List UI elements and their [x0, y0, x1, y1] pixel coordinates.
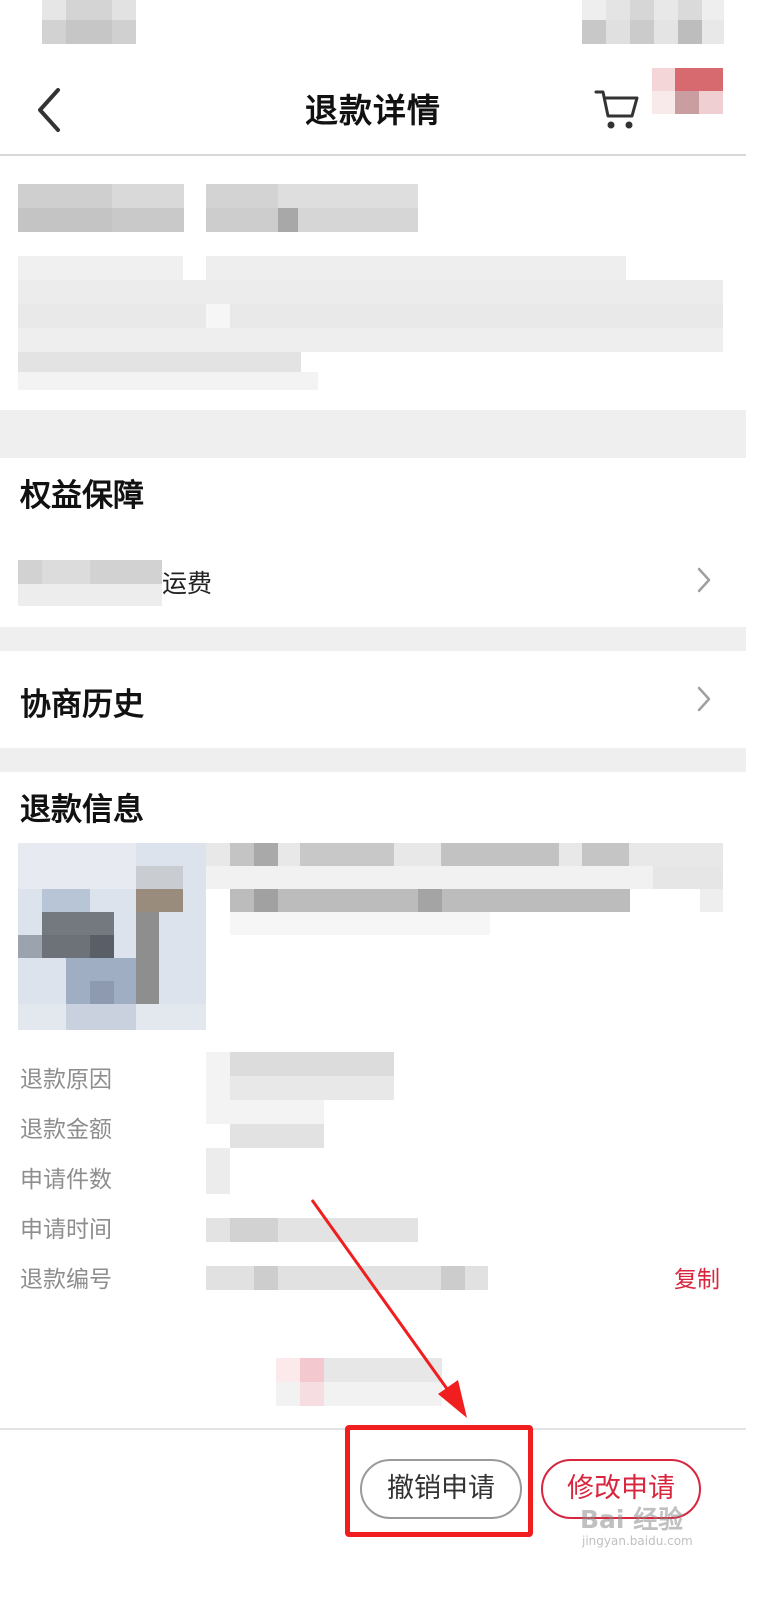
right-margin [746, 60, 779, 1602]
product-name-blur [206, 843, 723, 935]
section-divider [0, 627, 746, 651]
refund-number-label: 退款编号 [20, 1267, 112, 1293]
shopping-cart-icon[interactable] [592, 84, 642, 134]
apply-time-label: 申请时间 [20, 1217, 112, 1243]
refund-info-title: 退款信息 [20, 792, 144, 828]
merchant-blur [276, 1358, 442, 1408]
chevron-right-icon[interactable] [694, 684, 714, 714]
status-right-blur [582, 0, 724, 44]
baidu-watermark: Bai 经验 jingyan.baidu.com [580, 1500, 730, 1552]
refund-values-blur [206, 1052, 491, 1292]
protection-title: 权益保障 [20, 478, 144, 514]
status-bar [0, 0, 779, 60]
nav-bar: 退款详情 [0, 60, 746, 156]
section-divider [0, 748, 746, 772]
product-thumbnail[interactable] [18, 843, 206, 1030]
watermark-url: jingyan.baidu.com [582, 1534, 693, 1548]
annotation-highlight-box [345, 1425, 533, 1537]
refund-amount-label: 退款金额 [20, 1117, 112, 1143]
watermark-brand: Bai 经验 [580, 1505, 684, 1534]
product-title-blur [18, 184, 418, 232]
protection-item-blur [18, 560, 162, 608]
quantity-label: 申请件数 [20, 1167, 112, 1193]
copy-refund-number-link[interactable]: 复制 [674, 1260, 720, 1294]
protection-item-suffix[interactable]: 运费 [162, 564, 212, 600]
history-title[interactable]: 协商历史 [20, 679, 144, 724]
refund-reason-label: 退款原因 [20, 1067, 112, 1093]
section-divider [0, 410, 746, 458]
status-left-blur [42, 0, 136, 44]
product-desc-blur [18, 256, 723, 392]
avatar-blur [652, 68, 723, 114]
chevron-right-icon[interactable] [694, 565, 714, 595]
